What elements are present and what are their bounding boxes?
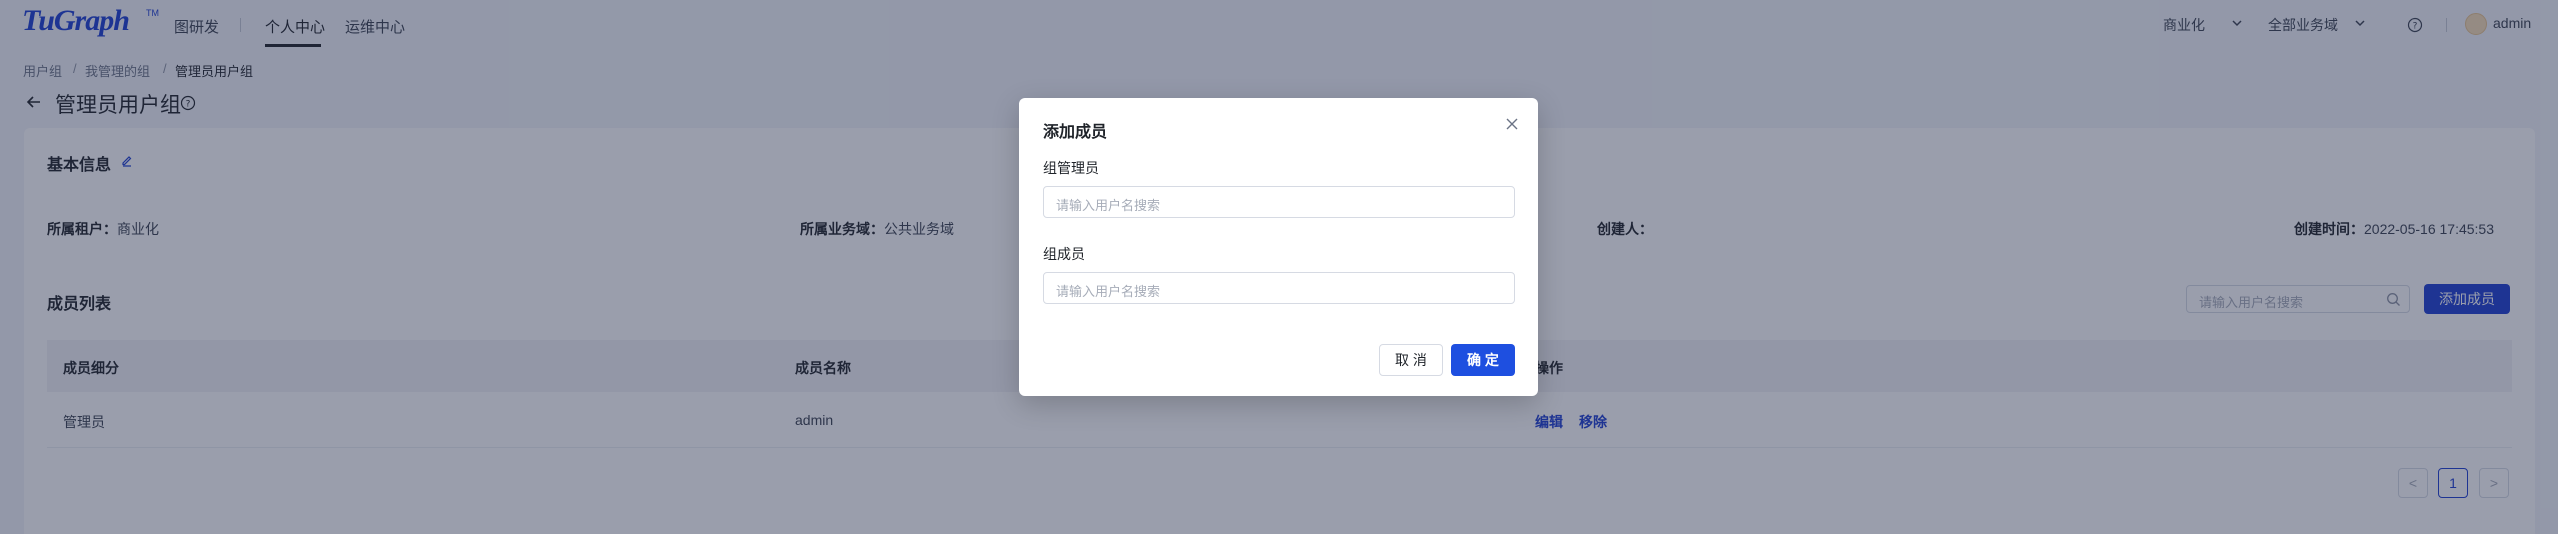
add-member-modal: 添加成员 组管理员 请输入用户名搜索 组成员 请输入用户名搜索 取 消 确 定: [1019, 98, 1538, 396]
confirm-button[interactable]: 确 定: [1451, 344, 1515, 376]
cancel-button[interactable]: 取 消: [1379, 344, 1443, 376]
group-admin-placeholder: 请输入用户名搜索: [1056, 198, 1161, 213]
modal-title: 添加成员: [1043, 124, 1108, 141]
group-admin-label: 组管理员: [1043, 160, 1099, 176]
close-icon[interactable]: [1504, 116, 1520, 132]
group-member-placeholder: 请输入用户名搜索: [1056, 284, 1161, 299]
group-member-label: 组成员: [1043, 246, 1085, 262]
group-admin-input[interactable]: 请输入用户名搜索: [1043, 186, 1515, 218]
page: TuGraph TM 图研发 个人中心 运维中心 商业化 全部业务域 ? adm…: [0, 0, 2558, 534]
group-member-input[interactable]: 请输入用户名搜索: [1043, 272, 1515, 304]
